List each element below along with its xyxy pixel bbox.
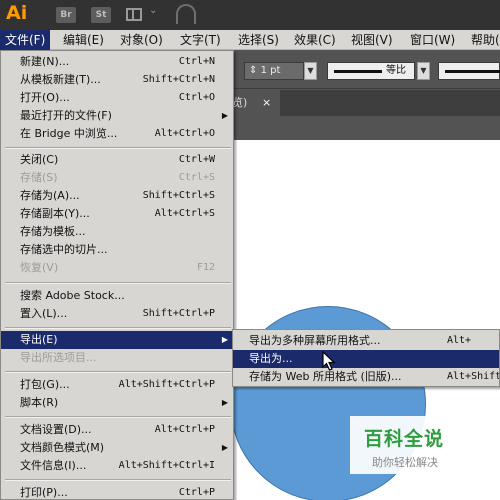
submenu-item-save-for-web[interactable]: 存储为 Web 所用格式 (旧版)...Alt+Shift+ xyxy=(233,368,499,386)
close-icon[interactable]: × xyxy=(262,96,271,109)
stroke-profile-line xyxy=(334,70,382,73)
menu-effect[interactable]: 效果(C) xyxy=(289,30,341,50)
menu-item-place[interactable]: 置入(L)... Shift+Ctrl+P xyxy=(1,305,233,323)
menu-help[interactable]: 帮助( xyxy=(466,30,500,50)
stroke-profile-label: 等比 xyxy=(386,65,406,76)
menu-item-package[interactable]: 打包(G)... Alt+Shift+Ctrl+P xyxy=(1,376,233,394)
menu-item-export-selection: 导出所选项目... xyxy=(20,351,97,364)
menu-edit[interactable]: 编辑(E) xyxy=(58,30,109,50)
menu-object[interactable]: 对象(O) xyxy=(115,30,168,50)
menu-window[interactable]: 窗口(W) xyxy=(405,30,460,50)
submenu-arrow-icon: ▶ xyxy=(221,335,228,344)
menu-item-open[interactable]: 打开(O)... Ctrl+O xyxy=(1,89,233,107)
menu-view[interactable]: 视图(V) xyxy=(346,30,398,50)
menu-item-document-setup[interactable]: 文档设置(D)... Alt+Ctrl+P xyxy=(1,421,233,439)
menu-item-save-selected-slices[interactable]: 存储选中的切片... xyxy=(1,241,233,259)
stock-button[interactable]: St xyxy=(91,7,111,23)
menu-bar: 文件(F) 编辑(E) 对象(O) 文字(T) 选择(S) 效果(C) 视图(V… xyxy=(0,30,500,50)
menu-item-new[interactable]: 新建(N)... Ctrl+N xyxy=(1,53,233,71)
bridge-button[interactable]: Br xyxy=(56,7,76,23)
menu-separator xyxy=(5,416,231,418)
brush-line xyxy=(445,70,500,73)
menu-item-browse-in-bridge[interactable]: 在 Bridge 中浏览... Alt+Ctrl+O xyxy=(1,125,233,143)
menu-separator xyxy=(5,327,231,329)
watermark-title: 百科全说 xyxy=(364,428,445,450)
menu-select[interactable]: 选择(S) xyxy=(233,30,284,50)
submenu-item-export-for-screens[interactable]: 导出为多种屏幕所用格式... Alt+ xyxy=(233,332,499,350)
stroke-stepper-icon[interactable]: ⇕ xyxy=(249,65,261,76)
menu-file[interactable]: 文件(F) xyxy=(0,30,51,50)
app-logo: Ai xyxy=(6,2,28,24)
stroke-profile-dropdown[interactable]: ▼ xyxy=(417,62,430,80)
stroke-weight-value: 1 pt xyxy=(260,65,281,76)
menu-type[interactable]: 文字(T) xyxy=(175,30,226,50)
submenu-arrow-icon: ▶ xyxy=(221,443,228,452)
export-submenu: 导出为多种屏幕所用格式... Alt+ 导出为... 存储为 Web 所用格式 (… xyxy=(232,329,500,387)
document-tab[interactable]: 览) xyxy=(228,90,280,116)
layout-grid-icon[interactable] xyxy=(126,8,142,21)
submenu-item-export-as[interactable]: 导出为... xyxy=(233,350,499,368)
menu-item-search-adobe-stock[interactable]: 搜索 Adobe Stock... xyxy=(1,287,233,305)
menu-separator xyxy=(5,282,231,284)
menu-separator xyxy=(5,371,231,373)
menu-item-save: 存储(S) Ctrl+S xyxy=(20,171,215,184)
menu-item-new-from-template[interactable]: 从模板新建(T)... Shift+Ctrl+N xyxy=(1,71,233,89)
gpu-performance-icon[interactable] xyxy=(176,4,196,24)
chevron-down-icon[interactable]: ⌄ xyxy=(149,5,157,16)
submenu-arrow-icon: ▶ xyxy=(221,398,228,407)
submenu-arrow-icon: ▶ xyxy=(221,111,228,120)
app-titlebar: Ai Br St ⌄ xyxy=(0,0,500,30)
file-menu: 新建(N)... Ctrl+N 从模板新建(T)... Shift+Ctrl+N 打… xyxy=(0,50,234,500)
brush-definition-select[interactable] xyxy=(438,62,500,80)
stroke-weight-dropdown[interactable]: ▼ xyxy=(304,62,317,80)
menu-item-close[interactable]: 关闭(C) Ctrl+W xyxy=(1,151,233,169)
menu-item-document-color-mode[interactable]: 文档颜色模式(M) ▶ xyxy=(1,439,233,457)
menu-item-open-recent[interactable]: 最近打开的文件(F) ▶ xyxy=(1,107,233,125)
menu-separator xyxy=(5,479,231,481)
menu-item-scripts[interactable]: 脚本(R) ▶ xyxy=(1,394,233,412)
menu-item-save-copy[interactable]: 存储副本(Y)... Alt+Ctrl+S xyxy=(1,205,233,223)
watermark: 百科全说 助你轻松解决 xyxy=(350,416,468,474)
menu-item-revert: 恢复(V) F12 xyxy=(20,261,215,274)
menu-item-file-info[interactable]: 文件信息(I)... Alt+Shift+Ctrl+I xyxy=(1,457,233,475)
menu-separator xyxy=(5,147,231,149)
menu-item-print[interactable]: 打印(P)... Ctrl+P xyxy=(1,484,233,500)
stroke-profile-select[interactable]: 等比 xyxy=(327,62,415,80)
menu-item-save-as-template[interactable]: 存储为模板... xyxy=(1,223,233,241)
menu-item-save-as[interactable]: 存储为(A)... Shift+Ctrl+S xyxy=(1,187,233,205)
menu-item-export[interactable]: 导出(E) ▶ xyxy=(1,331,233,349)
stroke-weight-field[interactable]: ⇕ 1 pt xyxy=(244,62,304,80)
watermark-subtitle: 助你轻松解决 xyxy=(372,456,438,469)
document-tab-label: 览) xyxy=(232,96,248,109)
